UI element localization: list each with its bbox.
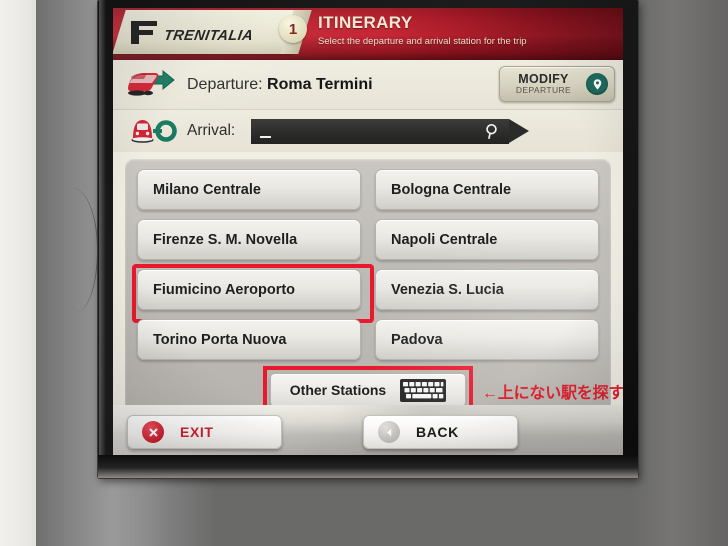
kiosk-photo: TRENITALIA 1 ITINERARY Select the depart… xyxy=(0,0,728,546)
station-button-bologna-centrale[interactable]: Bologna Centrale xyxy=(375,169,599,210)
location-pin-icon xyxy=(586,73,608,95)
modify-button-texts: MODIFY DEPARTURE xyxy=(506,72,581,96)
modify-departure-button[interactable]: MODIFY DEPARTURE xyxy=(499,66,615,102)
station-button-fiumicino-aeroporto[interactable]: Fiumicino Aeroporto xyxy=(132,264,374,323)
page-subtitle: Select the departure and arrival station… xyxy=(318,36,527,47)
other-stations-row: Other Stations ←上にない駅を探す xyxy=(137,366,623,414)
station-button-padova[interactable]: Padova xyxy=(375,319,599,360)
close-circle-icon xyxy=(142,421,164,443)
exit-button-label: EXIT xyxy=(180,424,214,440)
station-button-milano-centrale[interactable]: Milano Centrale xyxy=(137,169,361,210)
trenitalia-logo: TRENITALIA xyxy=(127,13,287,51)
departure-label: Departure: Roma Termini xyxy=(187,76,373,94)
back-button-label: BACK xyxy=(416,424,459,440)
magnifier-icon[interactable] xyxy=(483,123,500,140)
other-stations-wrapper: Other Stations ←上にない駅を探す xyxy=(263,366,623,414)
exit-button[interactable]: EXIT xyxy=(127,415,282,449)
bezel-highlight xyxy=(99,0,106,478)
arrival-search-input[interactable] xyxy=(251,118,529,144)
header-bar: TRENITALIA 1 ITINERARY Select the depart… xyxy=(113,8,623,60)
logo-text: TRENITALIA xyxy=(162,27,255,44)
keyboard-icon xyxy=(400,378,447,402)
page-title: ITINERARY xyxy=(318,13,413,32)
departure-row: Departure: Roma Termini MODIFY DEPARTURE xyxy=(113,60,623,110)
modify-button-sublabel: DEPARTURE xyxy=(515,85,572,96)
arrival-row: Arrival: xyxy=(113,110,623,152)
back-button[interactable]: BACK xyxy=(363,415,518,449)
station-button-napoli-centrale[interactable]: Napoli Centrale xyxy=(375,219,599,260)
search-field-tip xyxy=(509,118,529,143)
bezel-bottom-lip xyxy=(98,455,638,478)
step-badge: 1 xyxy=(279,15,307,43)
station-grid: Milano Centrale Bologna Centrale Firenze… xyxy=(132,169,599,360)
arrow-left-circle-icon xyxy=(378,421,400,443)
other-stations-button[interactable]: Other Stations xyxy=(270,373,466,407)
text-caret xyxy=(260,135,271,138)
train-departure-icon xyxy=(128,69,175,96)
fs-logo-icon xyxy=(131,21,157,44)
arrival-label: Arrival: xyxy=(187,122,236,139)
station-list-panel: Milano Centrale Bologna Centrale Firenze… xyxy=(125,159,623,414)
annotation-text: ←上にない駅を探す xyxy=(482,385,623,402)
station-button-torino-porta-nuova[interactable]: Torino Porta Nuova xyxy=(137,319,361,360)
station-button-venezia-s-lucia[interactable]: Venezia S. Lucia xyxy=(375,269,599,310)
footer-bar: EXIT BACK xyxy=(113,405,623,460)
train-arrival-icon xyxy=(131,120,177,143)
kiosk-screen: TRENITALIA 1 ITINERARY Select the depart… xyxy=(113,8,623,460)
header-text-group: ITINERARY Select the departure and arriv… xyxy=(318,13,527,47)
departure-station: Roma Termini xyxy=(267,75,373,93)
station-button-firenze-smn[interactable]: Firenze S. M. Novella xyxy=(137,219,361,260)
other-stations-label: Other Stations xyxy=(289,382,387,398)
departure-prefix: Departure: xyxy=(187,75,263,93)
search-field-body xyxy=(251,118,509,144)
